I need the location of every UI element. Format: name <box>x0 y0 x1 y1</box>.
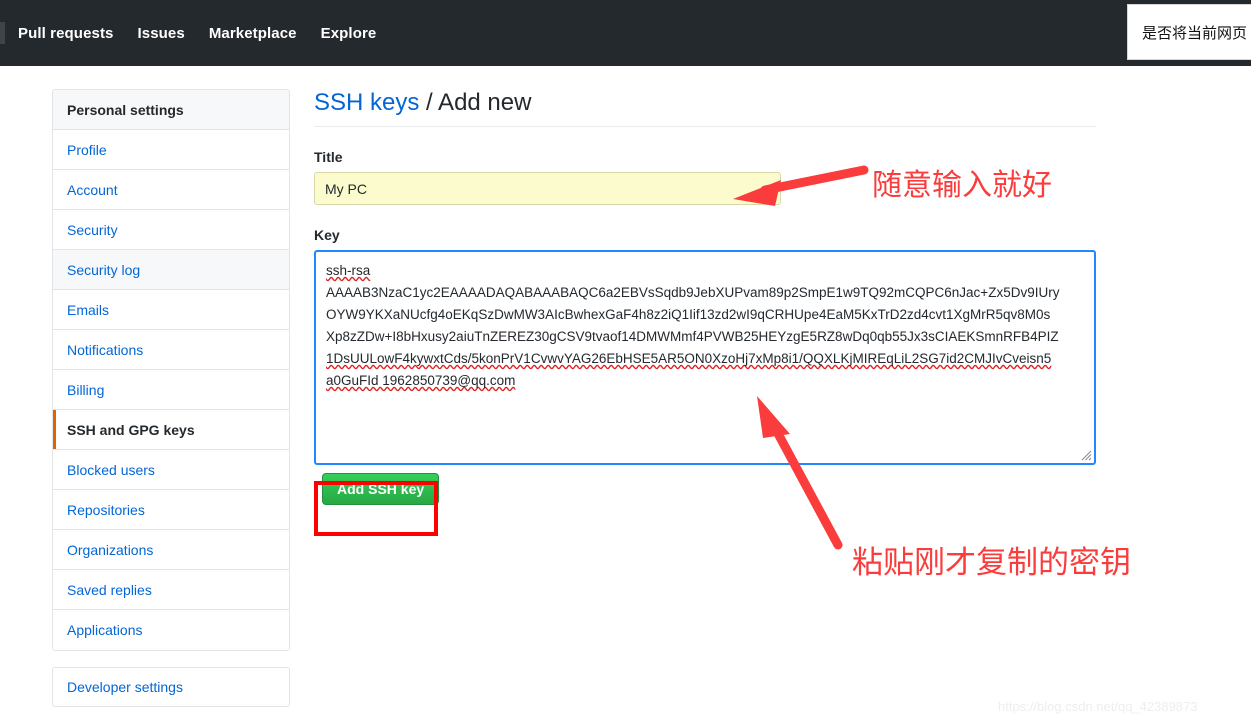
header-menu-stub <box>0 22 5 44</box>
sidebar-item-repositories[interactable]: Repositories <box>53 490 289 530</box>
sidebar-item-account[interactable]: Account <box>53 170 289 210</box>
nav-link-pull-requests[interactable]: Pull requests <box>18 25 114 42</box>
sidebar-item-applications[interactable]: Applications <box>53 610 289 650</box>
key-textarea-content: ssh-rsa AAAAB3NzaC1yc2EAAAADAQABAAABAQC6a… <box>326 263 1060 388</box>
browser-save-page-popup[interactable]: 是否将当前网页 <box>1127 4 1251 60</box>
annotation-title-note: 随意输入就好 <box>872 168 1052 203</box>
top-header-bar: Pull requests Issues Marketplace Explore <box>0 0 1251 66</box>
resize-grip-icon[interactable] <box>1079 448 1092 461</box>
page-title: SSH keys / Add new <box>314 89 1096 127</box>
browser-popup-text: 是否将当前网页 <box>1142 23 1248 42</box>
add-ssh-key-highlight-box <box>314 481 438 536</box>
sidebar-item-saved-replies[interactable]: Saved replies <box>53 570 289 610</box>
sidebar-item-emails[interactable]: Emails <box>53 290 289 330</box>
sidebar-item-security[interactable]: Security <box>53 210 289 250</box>
settings-sidebar: Personal settings Profile Account Securi… <box>52 89 290 651</box>
annotation-key-note: 粘贴刚才复制的密钥 <box>852 545 1131 581</box>
watermark: https://blog.csdn.net/qq_42389873 <box>998 699 1198 714</box>
sidebar-item-profile[interactable]: Profile <box>53 130 289 170</box>
main-content: SSH keys / Add new Title Key ssh-rsaAAAA… <box>314 89 1096 525</box>
nav-link-explore[interactable]: Explore <box>321 25 377 42</box>
page-title-rest: / Add new <box>419 89 532 116</box>
key-textarea[interactable]: ssh-rsa AAAAB3NzaC1yc2EAAAADAQABAAABAQC6a… <box>314 250 1096 465</box>
sidebar-item-developer-settings[interactable]: Developer settings <box>52 667 290 707</box>
sidebar-item-ssh-and-gpg-keys[interactable]: SSH and GPG keys <box>53 410 289 450</box>
sidebar-item-blocked-users[interactable]: Blocked users <box>53 450 289 490</box>
key-field-label: Key <box>314 227 340 243</box>
nav-link-issues[interactable]: Issues <box>138 25 185 42</box>
sidebar-heading: Personal settings <box>53 90 289 130</box>
nav-link-marketplace[interactable]: Marketplace <box>209 25 297 42</box>
header-nav: Pull requests Issues Marketplace Explore <box>18 0 376 66</box>
sidebar-item-security-log[interactable]: Security log <box>53 250 289 290</box>
page-title-ssh-keys-link[interactable]: SSH keys <box>314 89 419 116</box>
sidebar-item-organizations[interactable]: Organizations <box>53 530 289 570</box>
sidebar-item-notifications[interactable]: Notifications <box>53 330 289 370</box>
sidebar-item-billing[interactable]: Billing <box>53 370 289 410</box>
title-input[interactable] <box>314 172 781 205</box>
